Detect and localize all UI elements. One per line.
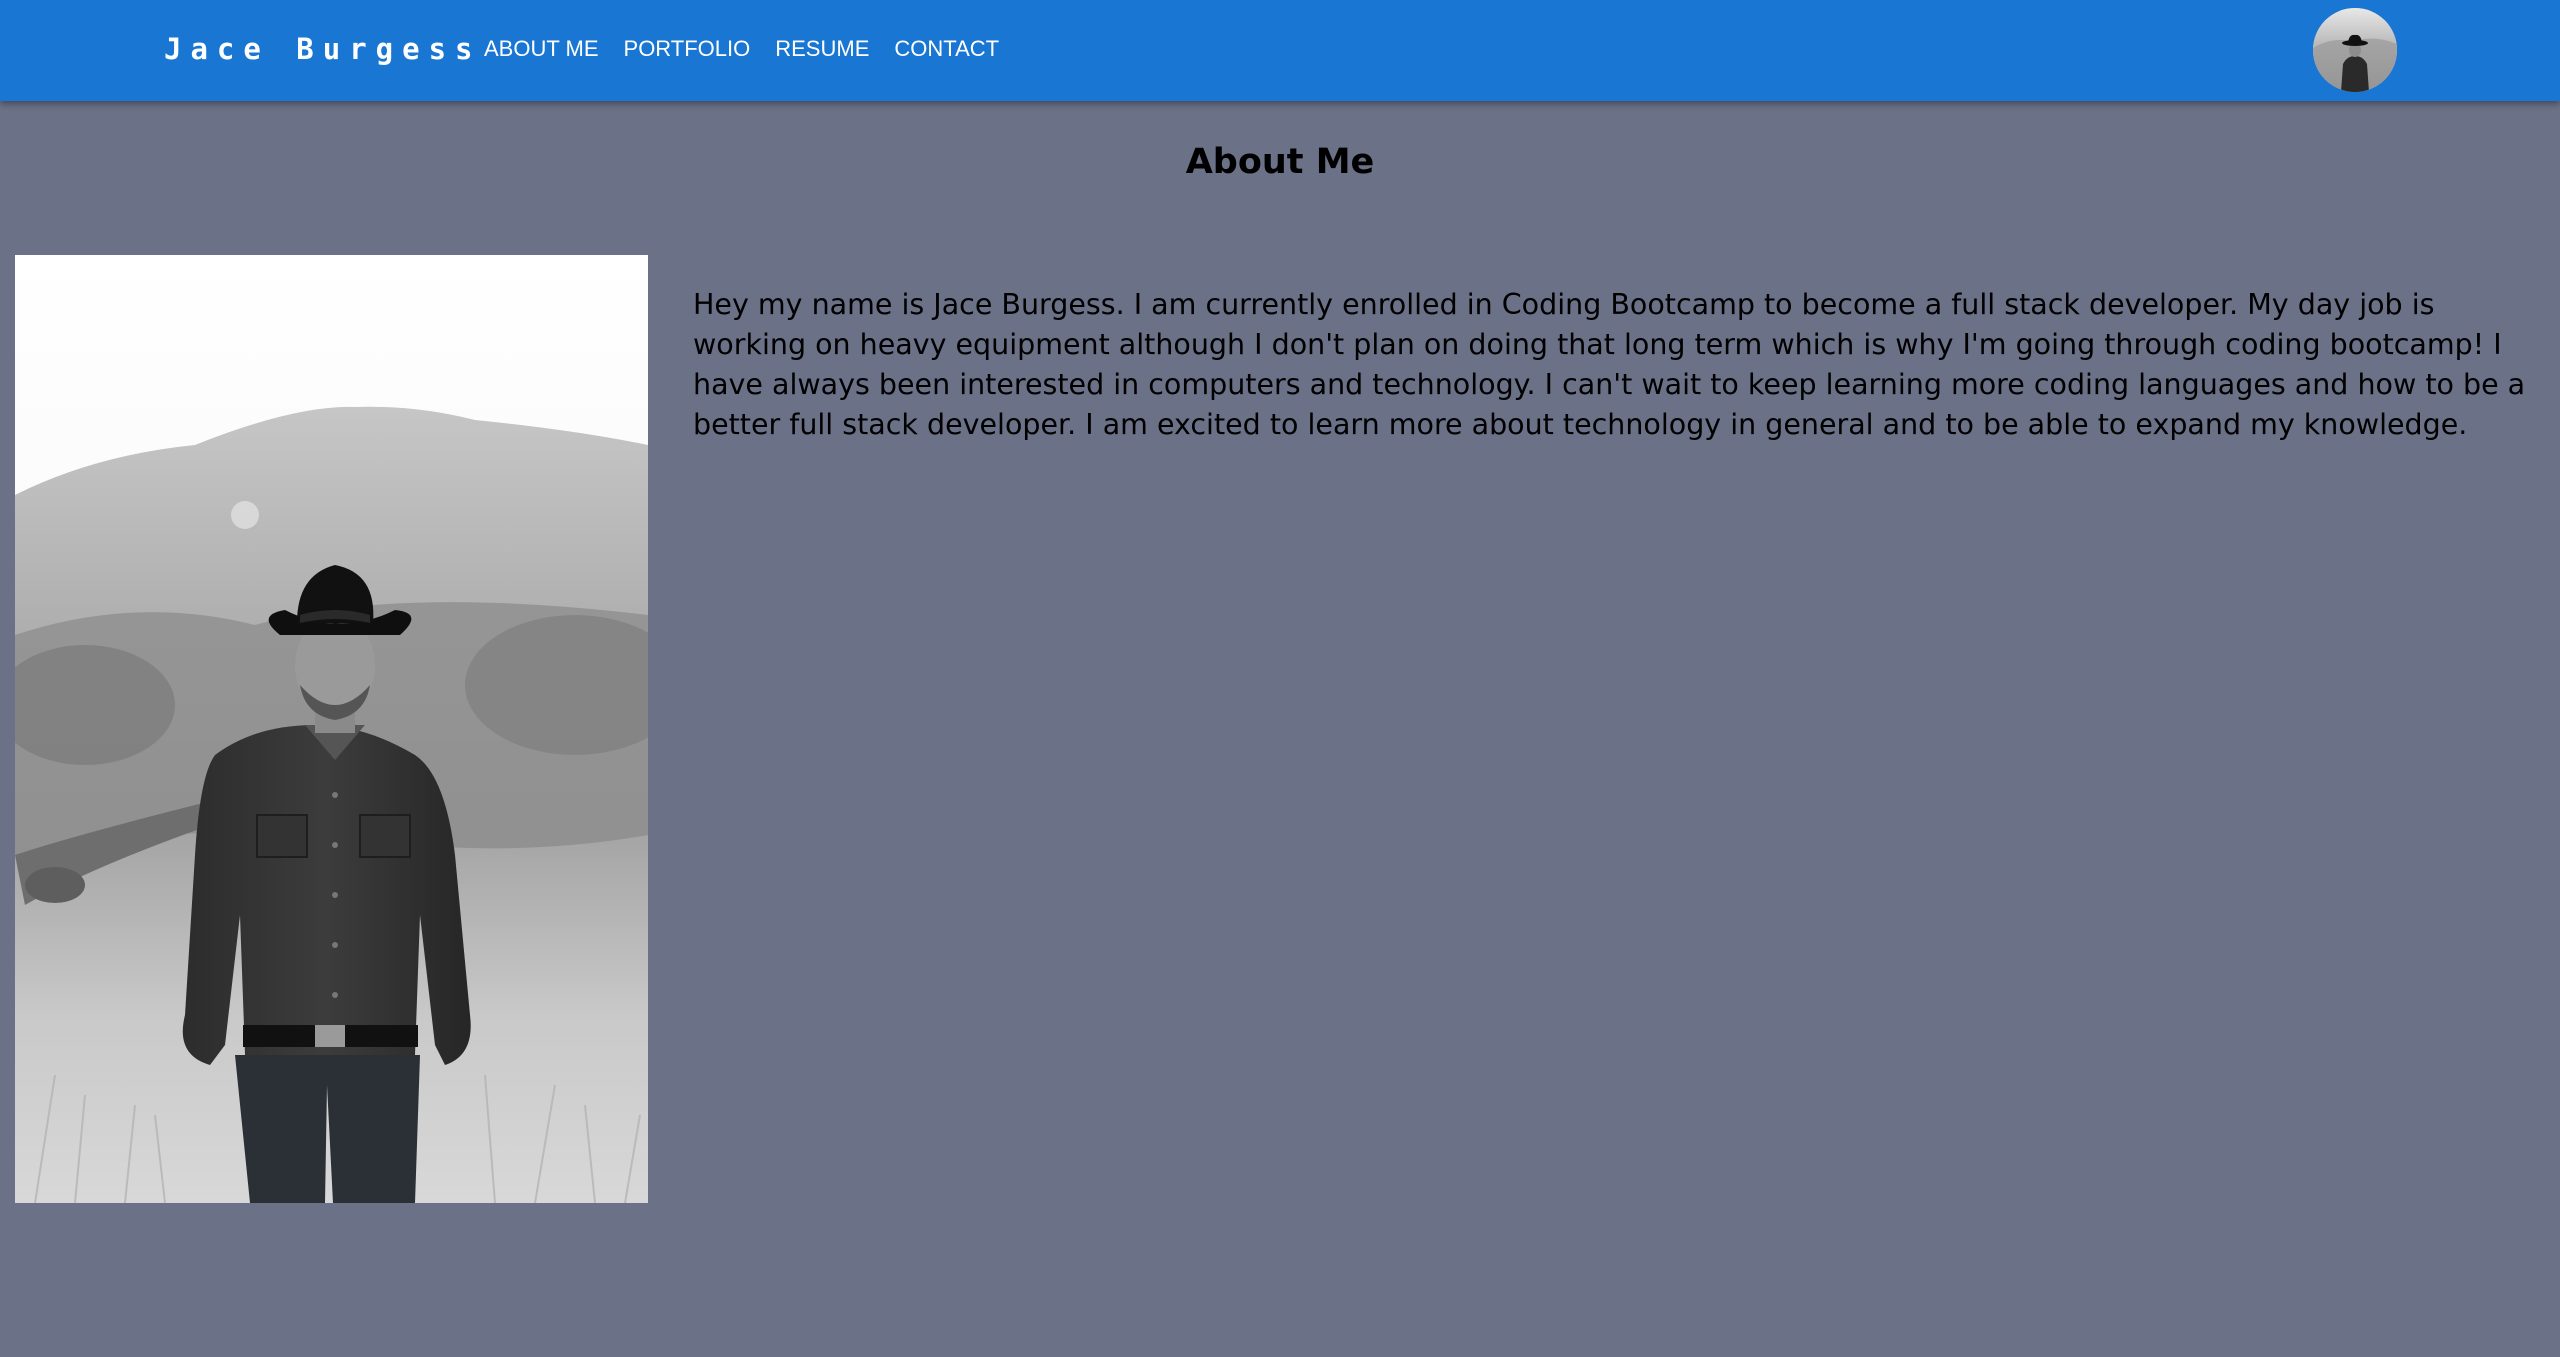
profile-photo	[15, 255, 648, 1203]
nav-links: ABOUT ME PORTFOLIO RESUME CONTACT	[484, 36, 999, 62]
bio-paragraph: Hey my name is Jace Burgess. I am curren…	[693, 288, 2526, 441]
nav-link-portfolio[interactable]: PORTFOLIO	[624, 36, 751, 62]
avatar-photo-icon	[2313, 8, 2397, 92]
avatar[interactable]	[2313, 8, 2397, 92]
nav-link-contact[interactable]: CONTACT	[894, 36, 999, 62]
nav-link-resume[interactable]: RESUME	[775, 36, 869, 62]
brand-name[interactable]: Jace Burgess	[164, 32, 482, 66]
top-navbar: Jace Burgess ABOUT ME PORTFOLIO RESUME C…	[0, 0, 2560, 101]
portrait-photo-icon	[15, 255, 648, 1203]
nav-link-about-me[interactable]: ABOUT ME	[484, 36, 599, 62]
page-title: About Me	[1185, 142, 1375, 182]
